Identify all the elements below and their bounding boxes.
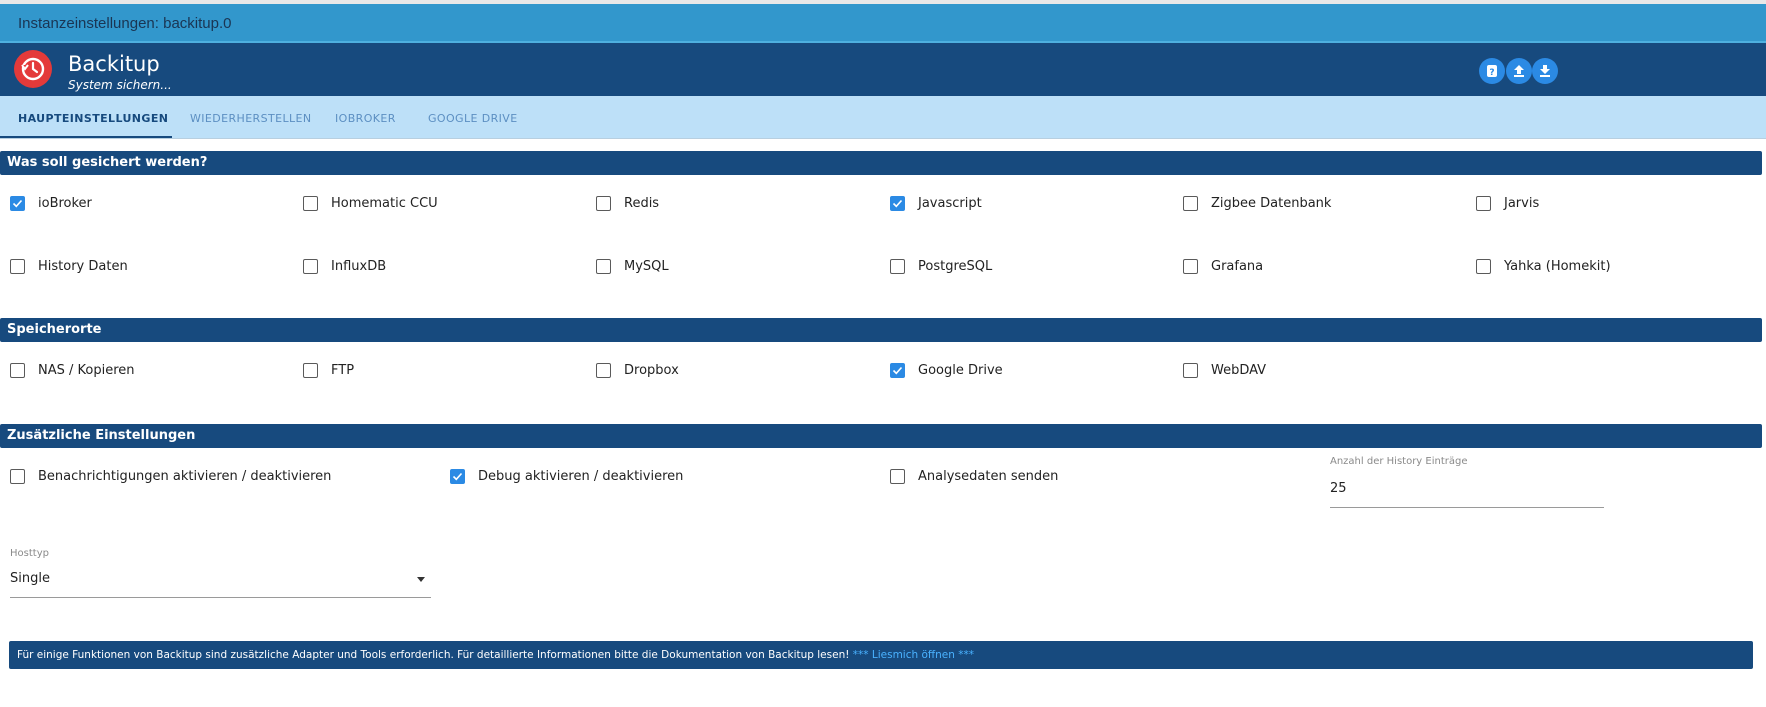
hosttyp-select[interactable]: Single [10,571,50,586]
checkbox-unchecked[interactable] [10,259,25,274]
checkbox-unchecked[interactable] [596,259,611,274]
readme-link[interactable]: *** Liesmich öffnen *** [853,649,974,661]
checkbox-unchecked[interactable] [890,469,905,484]
checkbox-label: Debug aktivieren / deaktivieren [478,469,684,484]
checkbox-unchecked[interactable] [1183,363,1198,378]
checkbox-label: WebDAV [1211,363,1267,378]
checkbox-label: Yahka (Homekit) [1504,259,1611,274]
section-title: Was soll gesichert werden? [7,155,208,170]
help-button[interactable]: ? [1479,58,1505,84]
app-name: Backitup [68,52,160,76]
tab-iobroker[interactable]: IOBROKER [335,112,396,125]
tab-wiederherstellen[interactable]: WIEDERHERSTELLEN [190,112,312,125]
download-icon [1540,65,1550,77]
section-header-extra: Zusätzliche Einstellungen [0,424,1762,448]
active-tab-indicator [0,136,172,138]
chevron-down-icon[interactable] [417,577,425,582]
info-banner: Für einige Funktionen von Backitup sind … [9,641,1753,669]
checkbox-label: Homematic CCU [331,196,438,211]
checkbox-checked[interactable] [890,363,905,378]
check-icon [452,472,463,481]
checkbox-label: Zigbee Datenbank [1211,196,1332,211]
checkbox-label: Dropbox [624,363,679,378]
checkbox-unchecked[interactable] [303,196,318,211]
checkbox-unchecked[interactable] [10,363,25,378]
check-icon [892,366,903,375]
help-icon: ? [1487,65,1497,78]
section-title: Speicherorte [7,322,102,337]
checkbox-checked[interactable] [10,196,25,211]
history-count-underline [1330,507,1604,508]
tab-google-drive[interactable]: GOOGLE DRIVE [428,112,518,125]
checkbox-label: Redis [624,196,660,211]
checkbox-unchecked[interactable] [1183,259,1198,274]
checkbox-label: FTP [331,363,355,378]
section-header-backup: Was soll gesichert werden? [0,151,1762,175]
tab-bar: HAUPTEINSTELLUNGEN WIEDERHERSTELLEN IOBR… [0,96,1766,139]
checkbox-unchecked[interactable] [1476,259,1491,274]
check-icon [892,199,903,208]
checkbox-checked[interactable] [890,196,905,211]
section-title: Zusätzliche Einstellungen [7,428,196,443]
checkbox-label: Jarvis [1504,196,1540,211]
checkbox-label: Google Drive [918,363,1003,378]
hosttyp-underline [10,597,431,598]
check-icon [12,199,23,208]
checkbox-checked[interactable] [450,469,465,484]
checkbox-label: PostgreSQL [918,259,993,274]
hosttyp-label: Hosttyp [10,548,49,559]
checkbox-label: Javascript [918,196,982,211]
checkbox-unchecked[interactable] [303,259,318,274]
info-text: Für einige Funktionen von Backitup sind … [17,649,850,661]
section-header-storage: Speicherorte [0,318,1762,342]
upload-icon [1514,65,1524,77]
app-subtitle: System sichern... [68,78,172,92]
download-button[interactable] [1532,58,1558,84]
upload-button[interactable] [1506,58,1532,84]
history-count-label: Anzahl der History Einträge [1330,456,1468,467]
checkbox-label: Benachrichtigungen aktivieren / deaktivi… [38,469,332,484]
tab-haupteinstellungen[interactable]: HAUPTEINSTELLUNGEN [18,112,168,125]
checkbox-label: InfluxDB [331,259,387,274]
checkbox-unchecked[interactable] [10,469,25,484]
checkbox-label: Analysedaten senden [918,469,1059,484]
checkbox-label: ioBroker [38,196,92,211]
checkbox-label: MySQL [624,259,669,274]
checkbox-unchecked[interactable] [1183,196,1198,211]
checkbox-label: History Daten [38,259,128,274]
history-count-input[interactable]: 25 [1330,481,1347,496]
clock-history-icon [14,50,52,88]
checkbox-unchecked[interactable] [890,259,905,274]
checkbox-label: Grafana [1211,259,1264,274]
checkbox-unchecked[interactable] [596,363,611,378]
checkbox-unchecked[interactable] [596,196,611,211]
checkbox-label: NAS / Kopieren [38,363,135,378]
checkbox-unchecked[interactable] [1476,196,1491,211]
instance-title: Instanzeinstellungen: backitup.0 [18,15,232,32]
instance-title-bar: Instanzeinstellungen: backitup.0 [0,4,1766,43]
checkbox-unchecked[interactable] [303,363,318,378]
svg-text:?: ? [1489,68,1494,78]
